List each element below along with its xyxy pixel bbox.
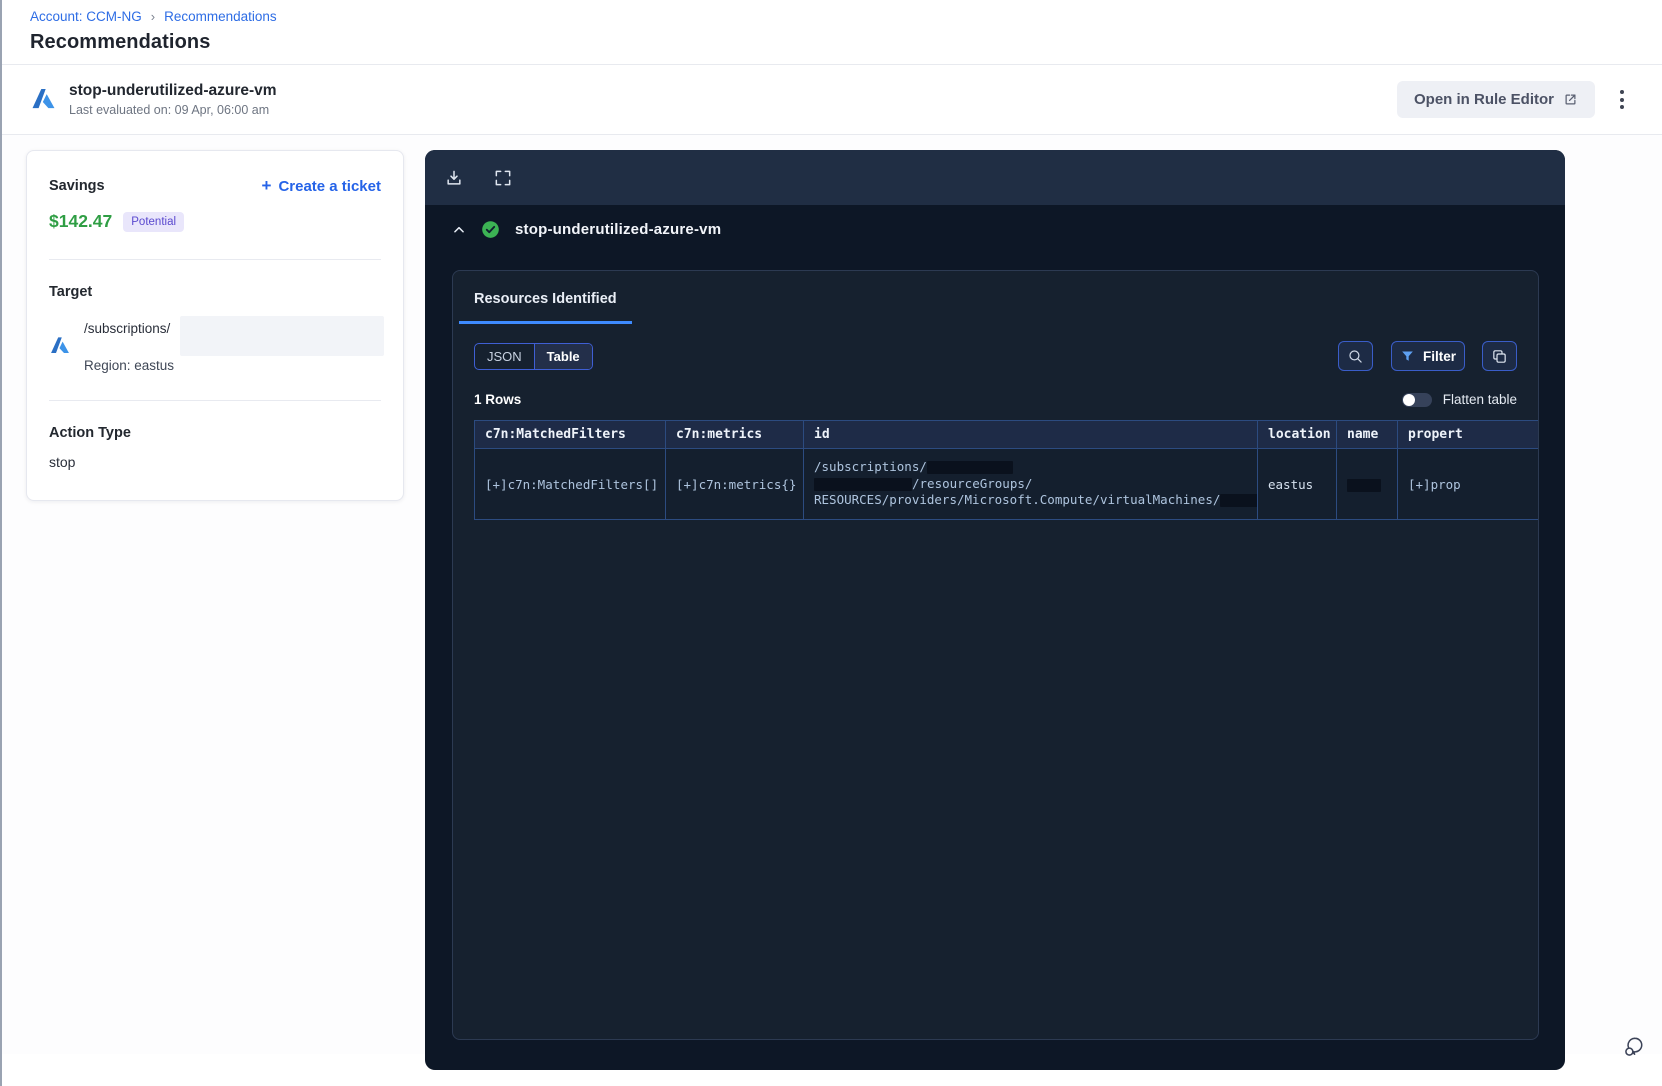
copy-icon — [1493, 349, 1506, 363]
more-options-menu-icon[interactable] — [1614, 84, 1630, 115]
create-ticket-link[interactable]: + Create a ticket — [262, 176, 382, 196]
rows-count: 1 Rows — [474, 392, 522, 407]
cell-resource-id: /subscriptions/ /resourceGroups/ RESOURC… — [803, 448, 1258, 520]
plus-icon: + — [261, 176, 272, 195]
external-link-icon — [1565, 94, 1576, 105]
target-region: Region: eastus — [84, 358, 175, 373]
breadcrumb-account-link[interactable]: Account: CCM-NG — [30, 9, 142, 24]
breadcrumb-separator-icon: › — [150, 9, 156, 24]
azure-target-icon — [51, 337, 69, 354]
tab-resources-identified[interactable]: Resources Identified — [459, 290, 632, 324]
tabs-bar: Resources Identified — [453, 271, 1538, 325]
rule-section-header: stop-underutilized-azure-vm — [425, 205, 1565, 254]
action-type-value: stop — [49, 454, 76, 470]
col-header-name[interactable]: name — [1336, 420, 1398, 449]
page-header: Account: CCM-NG › Recommendations Recomm… — [2, 0, 1662, 64]
panel-toolbar — [425, 150, 1565, 205]
action-type-label: Action Type — [49, 425, 131, 441]
page-title: Recommendations — [30, 31, 211, 53]
savings-amount: $142.47 — [49, 211, 113, 231]
content-area: Savings + Create a ticket $142.47 Potent… — [2, 135, 1662, 1070]
card-divider — [49, 259, 381, 260]
flatten-table-label: Flatten table — [1442, 392, 1517, 407]
card-divider-2 — [49, 400, 381, 401]
view-mode-json-button[interactable]: JSON — [475, 344, 534, 369]
breadcrumb: Account: CCM-NG › Recommendations — [30, 9, 1662, 24]
open-in-rule-editor-button[interactable]: Open in Rule Editor — [1396, 81, 1595, 118]
redacted-id-segment — [926, 461, 1013, 475]
redacted-id-segment-3 — [1220, 494, 1257, 508]
azure-icon — [32, 88, 55, 109]
resources-table-wrapper: c7n:MatchedFilters c7n:metrics id locati… — [474, 420, 1538, 520]
view-mode-table-button[interactable]: Table — [533, 343, 592, 369]
cell-name — [1336, 448, 1398, 520]
evaluation-panel: stop-underutilized-azure-vm Resources Id… — [425, 150, 1565, 1070]
copy-button[interactable] — [1482, 341, 1517, 371]
target-label: Target — [49, 284, 93, 300]
chat-support-icon[interactable] — [1621, 1033, 1648, 1060]
table-header-row: c7n:MatchedFilters c7n:metrics id locati… — [474, 420, 1538, 449]
potential-badge: Potential — [123, 211, 185, 232]
resources-card: Resources Identified JSON Table Filter 1… — [452, 270, 1539, 1040]
col-header-properties[interactable]: propert — [1397, 420, 1538, 449]
recommendation-header: stop-underutilized-azure-vm Last evaluat… — [2, 65, 1662, 134]
redacted-name — [1347, 478, 1381, 492]
last-evaluated-text: Last evaluated on: 09 Apr, 06:00 am — [69, 103, 270, 117]
id-line-2: /resourceGroups/ — [912, 475, 1033, 491]
table-row: [+]c7n:MatchedFilters[] [+]c7n:metrics{}… — [474, 448, 1538, 520]
fullscreen-icon[interactable] — [493, 168, 513, 188]
col-header-id[interactable]: id — [803, 420, 1258, 449]
success-check-icon — [482, 221, 499, 238]
col-header-location[interactable]: location — [1257, 420, 1337, 449]
redacted-subscription-id — [180, 316, 384, 356]
cell-properties-expander[interactable]: [+]prop — [1397, 448, 1538, 520]
savings-label: Savings — [49, 178, 105, 194]
id-line-1: /subscriptions/ — [814, 459, 927, 475]
col-header-matched-filters[interactable]: c7n:MatchedFilters — [474, 420, 666, 449]
cell-location: eastus — [1257, 448, 1337, 520]
search-icon — [1349, 349, 1362, 363]
create-ticket-label: Create a ticket — [278, 177, 381, 195]
download-icon[interactable] — [444, 168, 464, 188]
filter-funnel-icon — [1402, 351, 1413, 361]
breadcrumb-recommendations-link[interactable]: Recommendations — [164, 9, 277, 24]
search-button[interactable] — [1337, 341, 1373, 371]
open-in-rule-editor-label: Open in Rule Editor — [1413, 91, 1554, 108]
summary-card: Savings + Create a ticket $142.47 Potent… — [26, 150, 404, 501]
cell-matched-filters-expander[interactable]: [+]c7n:MatchedFilters[] — [474, 448, 666, 520]
collapse-chevron-up-icon[interactable] — [452, 223, 466, 237]
filter-button[interactable]: Filter — [1390, 341, 1465, 371]
redacted-id-segment-2 — [814, 477, 912, 491]
flatten-table-toggle[interactable] — [1401, 392, 1432, 407]
tab-resources-identified-label: Resources Identified — [474, 291, 617, 307]
target-path: /subscriptions/ — [84, 321, 171, 336]
filter-button-label: Filter — [1422, 348, 1456, 364]
view-mode-segmented-control: JSON Table — [474, 342, 593, 370]
id-line-3: RESOURCES/providers/Microsoft.Compute/vi… — [814, 492, 1221, 508]
resources-table: c7n:MatchedFilters c7n:metrics id locati… — [474, 420, 1538, 520]
view-controls-row: JSON Table Filter — [453, 341, 1538, 371]
recommendation-name: stop-underutilized-azure-vm — [69, 82, 277, 99]
col-header-metrics[interactable]: c7n:metrics — [665, 420, 804, 449]
rule-section-title: stop-underutilized-azure-vm — [515, 221, 722, 238]
table-meta-row: 1 Rows Flatten table — [453, 392, 1538, 407]
cell-metrics-expander[interactable]: [+]c7n:metrics{} — [665, 448, 804, 520]
